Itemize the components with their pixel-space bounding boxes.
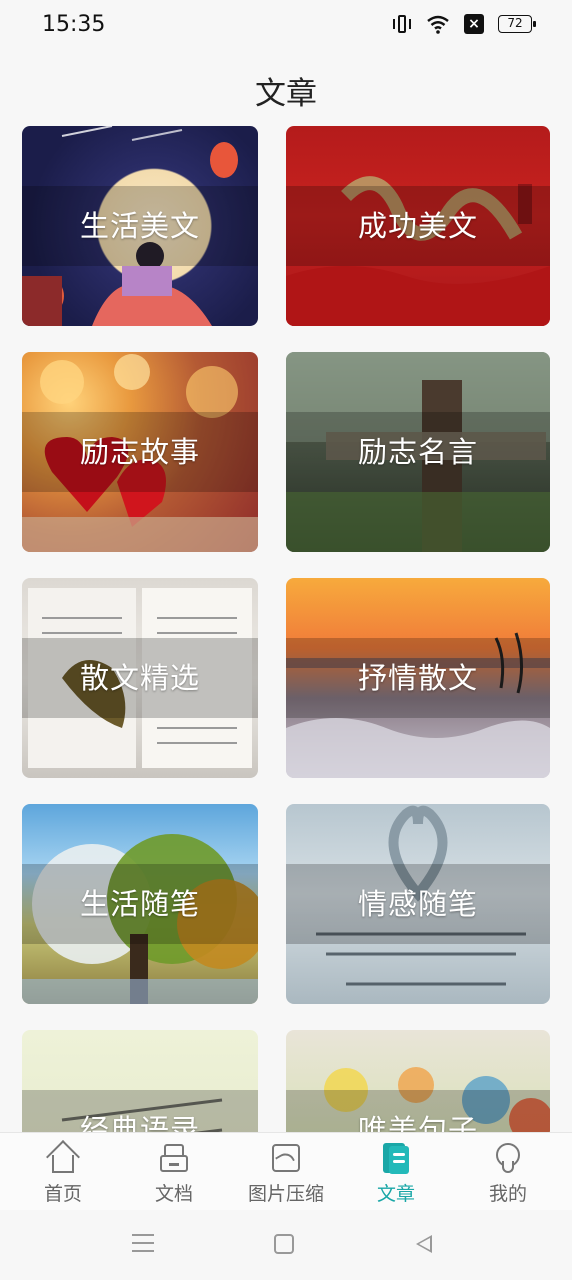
card-label: 经典语录	[79, 1113, 200, 1134]
category-card[interactable]: 励志故事	[22, 352, 258, 552]
nav-label: 文档	[154, 1183, 193, 1205]
card-label: 唯美句子	[357, 1113, 478, 1134]
nav-profile[interactable]: 我的	[458, 1141, 558, 1206]
category-card[interactable]: 励志名言	[286, 352, 550, 552]
card-label: 成功美文	[357, 209, 478, 243]
no-sim-icon: ×	[464, 14, 484, 34]
nav-label: 我的	[488, 1183, 527, 1205]
nav-home[interactable]: 首页	[13, 1140, 113, 1206]
image-compress-icon	[269, 1141, 303, 1175]
app-screen: 15:35 × 72 文章 生活美文 成功美文 励志故事 励志名言 散文精选 抒…	[0, 0, 572, 1280]
category-card[interactable]: 成功美文	[286, 126, 550, 326]
nav-label: 首页	[43, 1183, 82, 1205]
nav-label: 图片压缩	[247, 1183, 324, 1205]
card-label: 散文精选	[79, 661, 200, 695]
nav-image-compress[interactable]: 图片压缩	[236, 1141, 336, 1206]
card-label: 生活美文	[79, 209, 200, 243]
nav-article[interactable]: 文章	[346, 1141, 446, 1206]
status-icons: × 72	[392, 14, 536, 34]
card-label: 生活随笔	[79, 887, 200, 921]
card-label: 励志故事	[79, 435, 200, 469]
nav-label: 文章	[376, 1183, 415, 1205]
bottom-nav: 首页 文档 图片压缩 文章 我的	[0, 1132, 572, 1210]
battery-level: 72	[507, 16, 523, 30]
recent-apps-button[interactable]	[132, 1234, 154, 1252]
article-icon	[379, 1141, 413, 1175]
back-button[interactable]	[416, 1235, 432, 1253]
category-card[interactable]: 散文精选	[22, 578, 258, 778]
category-card[interactable]: 生活美文	[22, 126, 258, 326]
nav-document[interactable]: 文档	[124, 1141, 224, 1206]
card-label: 抒情散文	[357, 661, 478, 695]
card-label: 情感随笔	[357, 887, 478, 921]
category-card[interactable]: 抒情散文	[286, 578, 550, 778]
category-grid: 生活美文 成功美文 励志故事 励志名言 散文精选 抒情散文 生活随笔 情感随笔 …	[0, 124, 572, 1134]
wifi-icon	[427, 15, 449, 34]
category-card[interactable]: 情感随笔	[286, 804, 550, 1004]
battery-icon: 72	[498, 15, 536, 33]
status-time: 15:35	[42, 12, 106, 37]
category-card[interactable]: 唯美句子	[286, 1030, 550, 1134]
category-card[interactable]: 生活随笔	[22, 804, 258, 1004]
page-title: 文章	[255, 76, 317, 112]
home-icon	[46, 1140, 80, 1175]
category-card[interactable]: 经典语录	[22, 1030, 258, 1134]
document-icon	[157, 1141, 191, 1175]
profile-icon	[491, 1141, 525, 1175]
home-button[interactable]	[274, 1234, 294, 1254]
vibrate-icon	[392, 14, 412, 34]
system-nav-bar	[0, 1210, 572, 1280]
status-bar: 15:35 × 72	[0, 0, 572, 52]
card-label: 励志名言	[357, 435, 478, 469]
